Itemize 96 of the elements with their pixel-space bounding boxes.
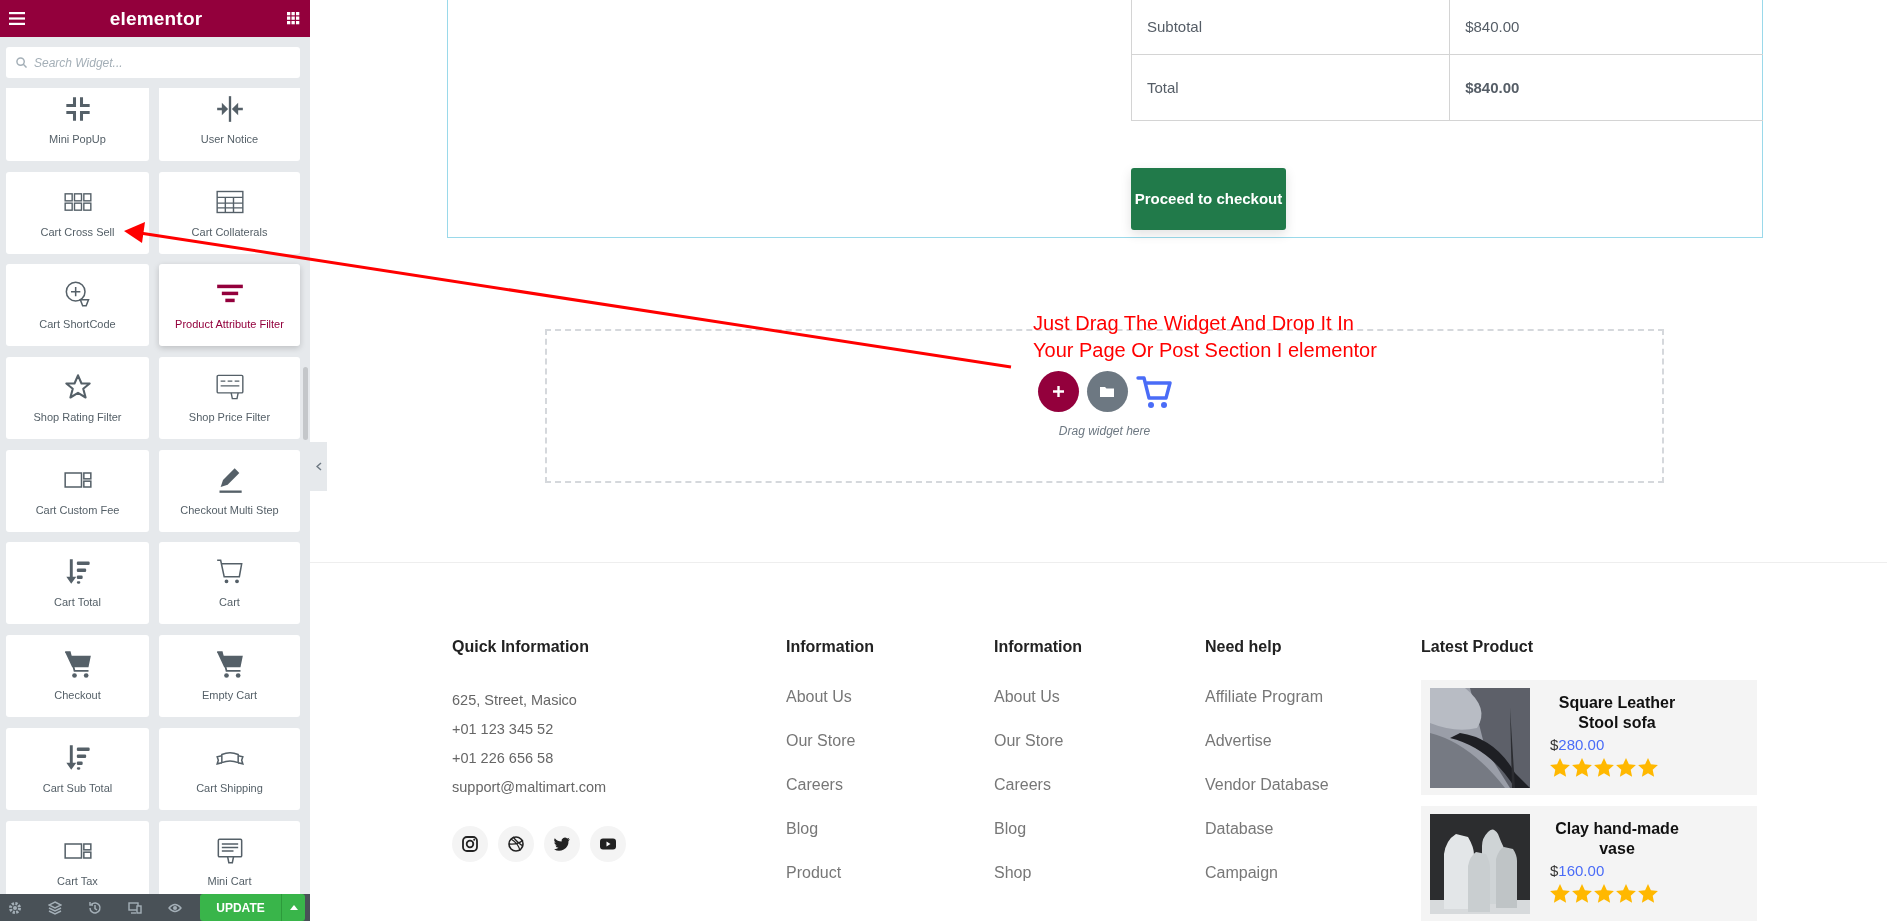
footer-heading: Information — [994, 637, 1083, 657]
table-cell: Subtotal — [1131, 0, 1450, 54]
widget-card[interactable]: Cart Shipping — [159, 727, 300, 810]
history-icon[interactable] — [88, 900, 102, 915]
star-icon — [1638, 884, 1658, 903]
widget-card[interactable]: Shop Rating Filter — [6, 357, 149, 440]
widget-card[interactable]: Shop Price Filter — [159, 357, 300, 440]
footer-heading: Quick Information — [452, 637, 590, 657]
table-cell: $840.00 — [1449, 54, 1763, 120]
footer-link[interactable]: Our Store — [786, 730, 994, 752]
widget-card[interactable]: Checkout Multi Step — [159, 449, 300, 532]
widget-card[interactable]: Checkout — [6, 635, 149, 718]
star-icon — [1594, 884, 1614, 903]
table-cell: Total — [1131, 54, 1450, 120]
footer-heading: Information — [786, 637, 875, 657]
widget-card[interactable]: Product Attribute Filter — [159, 264, 300, 347]
star-icon — [1550, 758, 1570, 777]
drop-hint: Drag widget here — [1058, 424, 1151, 438]
star-icon — [1616, 884, 1636, 903]
responsive-icon[interactable] — [128, 900, 142, 915]
widget-card[interactable]: Empty Cart — [159, 635, 300, 718]
instagram-icon — [461, 835, 479, 853]
footer-link[interactable]: Careers — [994, 774, 1205, 796]
footer-link[interactable]: About Us — [994, 686, 1205, 708]
folder-icon — [1100, 386, 1114, 397]
footer-heading: Latest Product — [1421, 637, 1534, 657]
footer-link[interactable]: Blog — [994, 818, 1205, 840]
table-cell: $840.00 — [1449, 0, 1763, 54]
widget-card[interactable]: Cart Total — [6, 542, 149, 625]
widget-card[interactable]: User Notice — [159, 88, 300, 161]
star-icon — [1572, 758, 1592, 777]
footer-link[interactable]: Our Store — [994, 730, 1205, 752]
monitor-cart-icon — [215, 836, 244, 865]
chevron-icon — [315, 462, 322, 471]
footer-link[interactable]: Shop — [994, 862, 1205, 884]
widget-card[interactable]: Mini Cart — [159, 820, 300, 894]
cart-icon — [215, 651, 244, 680]
product-name[interactable]: Clay hand-made vase — [1542, 819, 1692, 859]
contact-text: 625, Street, Masico — [452, 691, 578, 709]
settings-icon[interactable] — [8, 900, 22, 915]
arrows-inward-icon — [215, 95, 244, 123]
social-button[interactable] — [498, 826, 534, 862]
widget-card[interactable]: Cart Cross Sell — [6, 171, 149, 254]
contact-text: support@maltimart.com — [452, 778, 608, 796]
footer-link[interactable]: Vendor Database — [1205, 774, 1421, 796]
star-icon — [1550, 884, 1570, 903]
product-price: $160.00 — [1550, 862, 1606, 879]
star-icon — [1638, 758, 1658, 777]
star-icon — [63, 373, 92, 402]
social-button[interactable] — [452, 826, 488, 862]
menu-icon[interactable] — [9, 12, 25, 25]
widget-card[interactable]: Cart ShortCode — [6, 264, 149, 347]
footer-link[interactable]: Campaign — [1205, 862, 1421, 884]
product-name[interactable]: Square Leather Stool sofa — [1542, 693, 1692, 733]
product-price: $280.00 — [1550, 736, 1606, 753]
footer-link[interactable]: About Us — [786, 686, 994, 708]
checkout-button[interactable]: Proceed to checkout — [1131, 167, 1286, 230]
star-icon — [1594, 758, 1614, 777]
compress-icon — [63, 95, 92, 123]
twitter-icon — [553, 835, 571, 853]
annotation-text: Just Drag The Widget And Drop It In Your Page Or Post Section I elementor — [1033, 311, 1377, 363]
layers-icon[interactable] — [48, 900, 62, 915]
caret-icon — [289, 905, 298, 910]
contact-text: +01 123 345 52 — [452, 720, 555, 738]
template-library-button[interactable] — [1086, 371, 1128, 412]
star-icon — [1616, 758, 1636, 777]
add-section-button[interactable] — [1037, 371, 1079, 412]
widget-card[interactable]: Cart Sub Total — [6, 727, 149, 810]
widget-card[interactable]: Cart Tax — [6, 820, 149, 894]
cart-icon — [63, 651, 92, 680]
apps-grid-icon[interactable] — [287, 12, 300, 25]
logo-text: elementor — [109, 7, 203, 30]
footer-link[interactable]: Careers — [786, 774, 994, 796]
dribbble-icon — [507, 835, 525, 853]
cart-icon[interactable] — [1135, 374, 1172, 409]
star-icon — [1572, 884, 1592, 903]
footer-link[interactable]: Advertise — [1205, 730, 1421, 752]
social-button[interactable] — [544, 826, 580, 862]
update-options-button[interactable] — [281, 894, 305, 921]
search-field[interactable]: Search Widget... — [6, 47, 300, 78]
widget-card[interactable]: Cart — [159, 542, 300, 625]
social-button[interactable] — [590, 826, 626, 862]
footer-link[interactable]: Product — [786, 862, 994, 884]
price-tag-icon — [215, 373, 244, 402]
add-cart-icon — [63, 280, 92, 309]
footer-link[interactable]: Affiliate Program — [1205, 686, 1421, 708]
contact-text: +01 226 656 58 — [452, 749, 555, 767]
collapse-handle[interactable] — [310, 442, 327, 491]
footer-heading: Need help — [1205, 637, 1283, 657]
footer-link[interactable]: Blog — [786, 818, 994, 840]
footer-link[interactable]: Database — [1205, 818, 1421, 840]
plus-icon — [1051, 385, 1065, 398]
widget-card[interactable]: Cart Custom Fee — [6, 449, 149, 532]
scrollbar-thumb[interactable] — [303, 367, 308, 440]
widget-card[interactable]: Mini PopUp — [6, 88, 149, 161]
widget-card[interactable]: Cart Collaterals — [159, 171, 300, 254]
